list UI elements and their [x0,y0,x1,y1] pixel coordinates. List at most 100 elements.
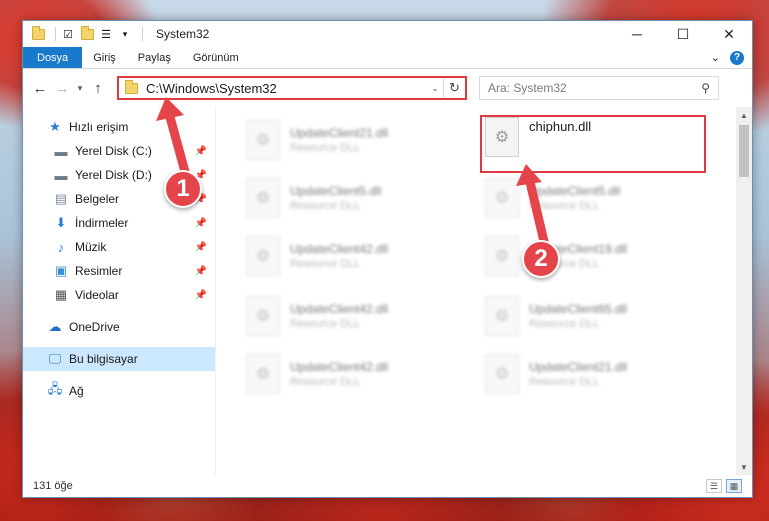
dll-file-icon: ⚙ [246,354,280,394]
tab-file[interactable]: Dosya [23,47,83,68]
step-badge-2: 2 [522,240,560,278]
new-folder-icon[interactable] [80,25,94,41]
sidebar-item-this-pc[interactable]: 🖵 Bu bilgisayar [23,347,215,371]
details-view-icon[interactable]: ☰ [706,479,722,493]
maximize-button[interactable]: ☐ [660,21,706,47]
file-item[interactable]: ⚙ UpdateClient42.dll Resource DLL [242,291,472,341]
file-item[interactable]: ⚙ UpdateClient21.dll Resource DLL [481,349,711,399]
sidebar-item-label: İndirmeler [75,216,129,230]
window-title: System32 [156,27,210,41]
sidebar-item-videos[interactable]: ▦ Videolar 📌 [23,283,215,307]
explorer-window: ☑ ☰ ▾ System32 ─ ☐ ✕ Dosya Giriş Paylaş … [22,20,753,498]
vertical-scrollbar[interactable]: ▲ ▼ [736,107,752,475]
file-description: Resource DLL [529,376,600,388]
file-item[interactable]: ⚙ UpdateClient5.dll Resource DLL [242,173,472,223]
download-icon: ⬇ [55,215,67,230]
sidebar-item-pictures[interactable]: ▣ Resimler 📌 [23,259,215,283]
document-icon: ▤ [54,191,68,206]
file-name: UpdateClient21.dll [529,360,628,374]
file-description: Resource DLL [290,376,361,388]
up-button[interactable]: ↑ [87,77,109,99]
file-name: UpdateClient5.dll [290,184,382,198]
pin-icon[interactable]: 📌 [195,266,207,277]
search-input[interactable]: Ara: System32 ⚲ [479,76,719,100]
file-description: Resource DLL [290,142,361,154]
file-name: UpdateClient42.dll [290,360,389,374]
sidebar-item-label: Yerel Disk (D:) [75,168,152,182]
sidebar-item-downloads[interactable]: ⬇ İndirmeler 📌 [23,211,215,235]
sidebar-item-label: Bu bilgisayar [69,352,138,366]
pictures-icon: ▣ [54,263,68,278]
file-description: Resource DLL [290,318,361,330]
sidebar-item-network[interactable]: 🖧 Ağ [23,379,215,403]
chevron-down-icon[interactable]: ⌄ [427,83,443,94]
file-name: UpdateClient42.dll [290,242,389,256]
dll-file-icon: ⚙ [246,120,280,160]
view-options-icon[interactable]: ☰ [99,27,113,41]
network-icon: 🖧 [47,381,63,396]
dll-file-icon: ⚙ [246,178,280,218]
pin-icon[interactable]: 📌 [195,218,207,229]
pin-icon[interactable]: 📌 [195,290,207,301]
drive-icon: ▬ [54,167,68,183]
file-list: ⚙ UpdateClient21.dll Resource DLL ⚙ Updat… [216,107,752,475]
ribbon-expand-icon[interactable]: ⌄ [711,51,720,64]
scroll-up-icon[interactable]: ▲ [736,107,752,123]
cloud-icon: ☁ [48,319,62,334]
music-icon: ♪ [57,239,65,255]
sidebar-item-label: Yerel Disk (C:) [75,144,152,158]
step-badge-1: 1 [164,170,202,208]
back-button[interactable]: ← [29,77,51,99]
recent-locations-button[interactable]: ▾ [73,77,87,99]
folder-icon [125,79,138,94]
tiles-view-icon[interactable]: ▦ [726,479,742,493]
item-count: 131 öğe [33,480,73,492]
pin-icon[interactable]: 📌 [195,242,207,253]
sidebar-item-label: Videolar [75,288,119,302]
file-name: UpdateClient65.dll [529,302,628,316]
sidebar-item-label: Ağ [69,384,84,398]
tab-view[interactable]: Görünüm [182,47,250,68]
sidebar-item-label: Belgeler [75,192,120,206]
close-button[interactable]: ✕ [706,21,752,47]
dll-file-icon: ⚙ [485,354,519,394]
star-icon: ★ [49,119,61,134]
sidebar-item-label: OneDrive [69,320,120,334]
title-bar: ☑ ☰ ▾ System32 ─ ☐ ✕ [23,21,752,47]
file-description: Resource DLL [290,200,361,212]
file-item[interactable]: ⚙ UpdateClient21.dll Resource DLL [242,115,472,165]
file-description: Resource DLL [290,258,361,270]
dll-file-icon: ⚙ [246,236,280,276]
help-icon[interactable]: ? [730,50,744,65]
file-name: UpdateClient42.dll [290,302,389,316]
file-item[interactable]: ⚙ UpdateClient42.dll Resource DLL [242,231,472,281]
tab-share[interactable]: Paylaş [127,47,182,68]
sidebar-item-label: Resimler [75,264,123,278]
dll-file-icon: ⚙ [246,296,280,336]
divider [55,27,56,41]
folder-icon [31,25,45,41]
minimize-button[interactable]: ─ [614,21,660,47]
file-item[interactable]: ⚙ UpdateClient42.dll Resource DLL [242,349,472,399]
scroll-thumb[interactable] [739,125,749,177]
sidebar-item-onedrive[interactable]: ☁ OneDrive [23,315,215,339]
ribbon-tabs: Dosya Giriş Paylaş Görünüm ⌄ ? [23,47,752,69]
search-icon[interactable]: ⚲ [701,81,710,95]
navigation-bar: ← → ▾ ↑ C:\Windows\System32 ⌄ ↻ Ara: Sys… [23,69,752,107]
forward-button[interactable]: → [51,77,73,99]
file-name: UpdateClient21.dll [290,126,389,140]
chevron-down-icon[interactable]: ▾ [118,27,132,41]
refresh-button[interactable]: ↻ [443,78,465,98]
properties-icon[interactable]: ☑ [61,27,75,41]
computer-icon: 🖵 [48,351,62,366]
file-item[interactable]: ⚙ UpdateClient65.dll Resource DLL [481,291,711,341]
video-icon: ▦ [54,287,68,302]
scroll-down-icon[interactable]: ▼ [736,459,752,475]
address-path[interactable]: C:\Windows\System32 [146,81,427,96]
tab-home[interactable]: Giriş [82,47,127,68]
sidebar-item-music[interactable]: ♪ Müzik 📌 [23,235,215,259]
file-description: Resource DLL [529,318,600,330]
search-placeholder[interactable]: Ara: System32 [488,81,701,95]
divider [142,27,143,41]
status-bar: 131 öğe ☰ ▦ [23,475,752,497]
